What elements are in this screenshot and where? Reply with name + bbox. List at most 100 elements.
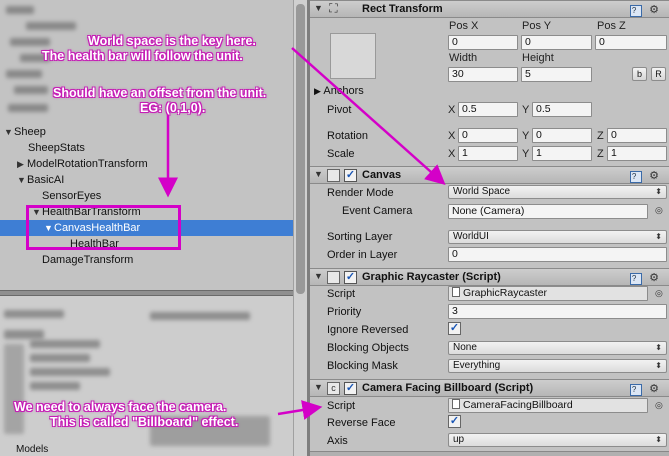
pos-y-field[interactable]: 0 [521,35,592,50]
annotation-world-space-line1: World space is the key here. [88,34,256,48]
object-picker-icon[interactable]: ◎ [655,400,663,411]
expand-right-icon[interactable]: ▶ [17,156,27,172]
script-field[interactable]: CameraFacingBillboard [448,398,648,413]
tree-item-basicai[interactable]: ▼BasicAI [0,172,293,188]
rotation-x-field[interactable]: 0 [458,128,518,143]
dropdown-arrow-icon: ⬍ [655,187,662,196]
anchor-presets-icon[interactable] [330,33,376,79]
fold-icon[interactable]: ▼ [314,271,323,281]
blocking-objects-dropdown[interactable]: None ⬍ [448,341,667,355]
raycaster-enabled-checkbox[interactable]: ✓ [344,271,357,284]
project-panel: Models [0,296,293,456]
expand-down-icon[interactable]: ▼ [17,172,27,188]
annotation-billboard-line2: This is called "Billboard" effect. [50,415,239,429]
order-in-layer-field[interactable]: 0 [448,247,667,262]
pivot-x-field[interactable]: 0.5 [458,102,518,117]
ignore-reversed-checkbox[interactable]: ✓ [448,322,461,335]
settings-gear-icon[interactable]: ⚙ [649,383,663,395]
axis-label: Axis [327,435,348,447]
axis-x-label: X [448,130,456,142]
billboard-enabled-checkbox[interactable]: ✓ [344,382,357,395]
rotation-label: Rotation [327,130,368,142]
annotation-offset-line1: Should have an offset from the unit. [53,86,267,100]
blurred-row [30,354,90,362]
scrollbar-thumb[interactable] [296,4,305,294]
script-label: Script [327,400,356,412]
pos-z-label: Pos Z [597,20,626,32]
pivot-label: Pivot [327,104,352,116]
fold-icon[interactable]: ▼ [314,3,323,13]
blurred-row [30,340,100,348]
highlight-box [26,205,181,250]
priority-label: Priority [327,306,362,318]
object-picker-icon[interactable]: ◎ [655,205,663,216]
blocking-mask-label: Blocking Mask [327,360,398,372]
dropdown-value: WorldUI [453,231,489,242]
reverse-face-label: Reverse Face [327,417,396,429]
anchors-label: Anchors [323,85,364,97]
help-book-icon[interactable]: ? [630,5,643,17]
help-book-icon[interactable]: ? [630,171,643,183]
pivot-y-field[interactable]: 0.5 [532,102,592,117]
hierarchy-scrollbar[interactable] [293,0,307,456]
scale-y-field[interactable]: 1 [532,146,592,161]
fold-right-icon[interactable]: ▶ [314,86,323,96]
axis-y-label: Y [522,104,530,116]
fold-icon[interactable]: ▼ [314,382,323,392]
tree-item-label: SensorEyes [42,190,102,202]
event-camera-label: Event Camera [342,205,413,217]
expand-down-icon[interactable]: ▼ [4,124,14,140]
help-book-icon[interactable]: ? [630,384,643,396]
billboard-header[interactable]: ▼ c ✓ Camera Facing Billboard (Script) ?… [310,379,669,397]
settings-gear-icon[interactable]: ⚙ [649,272,663,284]
graphic-raycaster-header[interactable]: ▼ ✓ Graphic Raycaster (Script) ? ⚙ [310,268,669,286]
dropdown-arrow-icon: ⬍ [655,361,662,370]
blueprint-mode-button[interactable]: b [632,67,647,81]
render-mode-dropdown[interactable]: World Space ⬍ [448,185,667,199]
blurred-row [14,86,48,94]
raw-edit-button[interactable]: R [651,67,666,81]
rotation-y-field[interactable]: 0 [532,128,592,143]
tree-item-sheep[interactable]: ▼Sheep [0,124,293,140]
next-component-edge [310,451,669,456]
settings-gear-icon[interactable]: ⚙ [649,170,663,182]
tree-item-label: ModelRotationTransform [27,158,148,170]
tree-item-sensoreyes[interactable]: SensorEyes [0,188,293,204]
width-field[interactable]: 30 [448,67,518,82]
help-book-icon[interactable]: ? [630,273,643,285]
width-label: Width [449,52,478,64]
tree-item-label: BasicAI [27,174,65,186]
tree-item-label: SheepStats [28,142,85,154]
pos-x-field[interactable]: 0 [448,35,518,50]
axis-z-label: Z [597,130,604,142]
tree-item-label: Sheep [14,126,46,138]
axis-dropdown[interactable]: up ⬍ [448,433,667,447]
reverse-face-checkbox[interactable]: ✓ [448,415,461,428]
canvas-enabled-checkbox[interactable]: ✓ [344,169,357,182]
sorting-layer-dropdown[interactable]: WorldUI ⬍ [448,230,667,244]
object-picker-icon[interactable]: ◎ [655,288,663,299]
height-field[interactable]: 5 [521,67,592,82]
rect-transform-icon: ⛶ [329,1,338,15]
rotation-z-field[interactable]: 0 [607,128,667,143]
fold-icon[interactable]: ▼ [314,169,323,179]
blocking-mask-dropdown[interactable]: Everything ⬍ [448,359,667,373]
scale-z-field[interactable]: 1 [607,146,667,161]
dropdown-arrow-icon: ⬍ [655,435,662,444]
settings-gear-icon[interactable]: ⚙ [649,4,663,16]
tree-item-sheepstats[interactable]: SheepStats [0,140,293,156]
canvas-header[interactable]: ▼ ✓ Canvas ? ⚙ [310,166,669,184]
script-field[interactable]: GraphicRaycaster [448,286,648,301]
tree-item-modelrotationtransform[interactable]: ▶ ModelRotationTransform [0,156,293,172]
models-folder-label[interactable]: Models [16,444,48,455]
anchors-foldout[interactable]: ▶ Anchors [314,85,364,97]
dropdown-value: up [453,434,465,445]
component-title: Camera Facing Billboard (Script) [362,382,534,394]
rect-transform-header[interactable]: ▼ ⛶ Rect Transform ? ⚙ [310,0,669,18]
priority-field[interactable]: 3 [448,304,667,319]
tree-item-damagetransform[interactable]: DamageTransform [0,252,293,268]
scale-label: Scale [327,148,355,160]
scale-x-field[interactable]: 1 [458,146,518,161]
pos-z-field[interactable]: 0 [595,35,667,50]
event-camera-field[interactable]: None (Camera) [448,204,648,219]
